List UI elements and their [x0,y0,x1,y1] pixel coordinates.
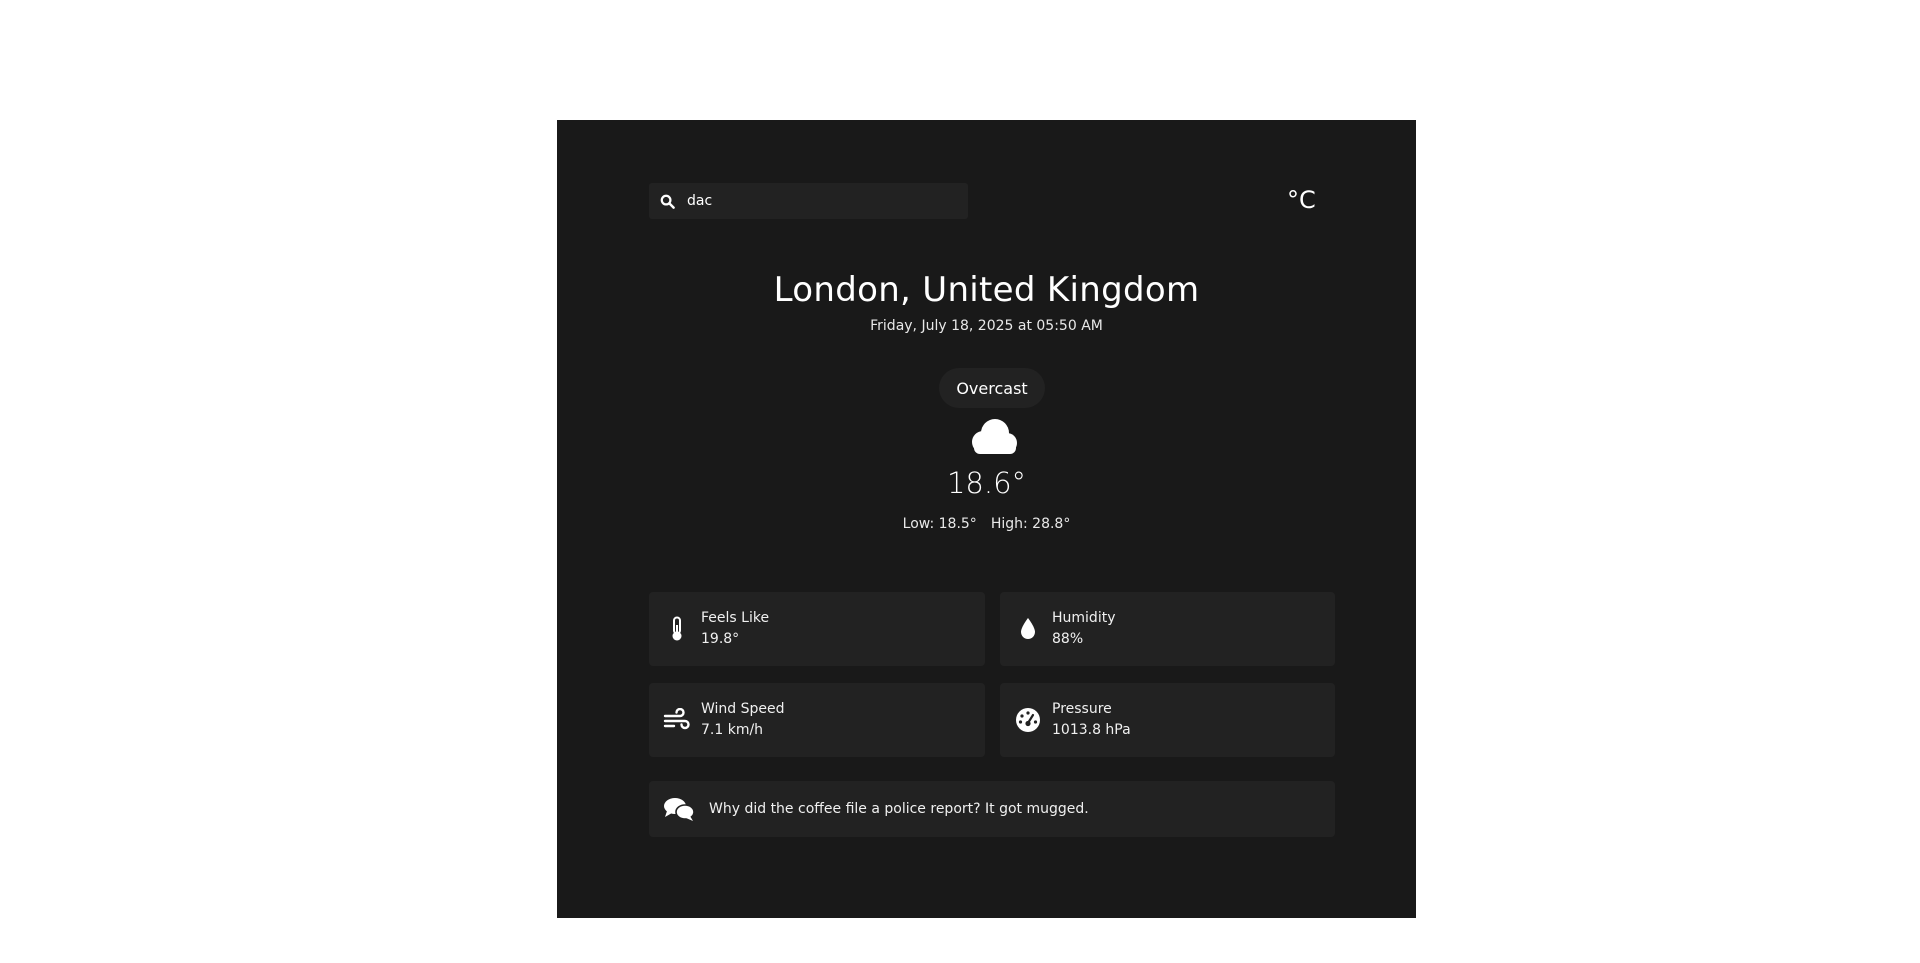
detail-value: 1013.8 hPa [1052,722,1131,738]
cloud-icon [965,418,1019,456]
detail-label: Wind Speed [701,701,785,717]
low-high-row: Low: 18.5° High: 28.8° [557,516,1416,532]
condition-badge: Overcast [939,368,1045,408]
wind-speed-tile: Wind Speed 7.1 km/h [649,683,985,757]
humidity-tile: Humidity 88% [1000,592,1335,666]
high-temperature: High: 28.8° [990,516,1071,532]
joke-text: Why did the coffee file a police report?… [709,801,1089,817]
detail-value: 19.8° [701,631,740,647]
detail-value: 7.1 km/h [701,722,764,738]
low-temperature: Low: 18.5° [902,516,977,532]
unit-toggle-button[interactable]: °C [1287,186,1316,214]
condition-label: Overcast [956,378,1028,398]
search-icon [659,193,675,209]
thermometer-icon [663,615,691,643]
droplet-icon [1014,615,1042,643]
detail-label: Feels Like [701,610,770,626]
weather-card: °C London, United Kingdom Friday, July 1… [557,120,1416,918]
wind-icon [663,706,691,734]
joke-banner: Why did the coffee file a police report?… [649,781,1335,837]
detail-label: Humidity [1052,610,1116,626]
detail-label: Pressure [1052,701,1112,717]
detail-value: 88% [1052,631,1084,647]
search-input[interactable] [687,193,947,209]
feels-like-tile: Feels Like 19.8° [649,592,985,666]
current-temperature: 18.6° [946,466,1027,500]
search-bar[interactable] [649,183,968,219]
location-title: London, United Kingdom [773,270,1200,310]
location-datetime: Friday, July 18, 2025 at 05:50 AM [870,318,1103,334]
gauge-icon [1014,706,1042,734]
chat-bubbles-icon [663,795,695,823]
pressure-tile: Pressure 1013.8 hPa [1000,683,1335,757]
